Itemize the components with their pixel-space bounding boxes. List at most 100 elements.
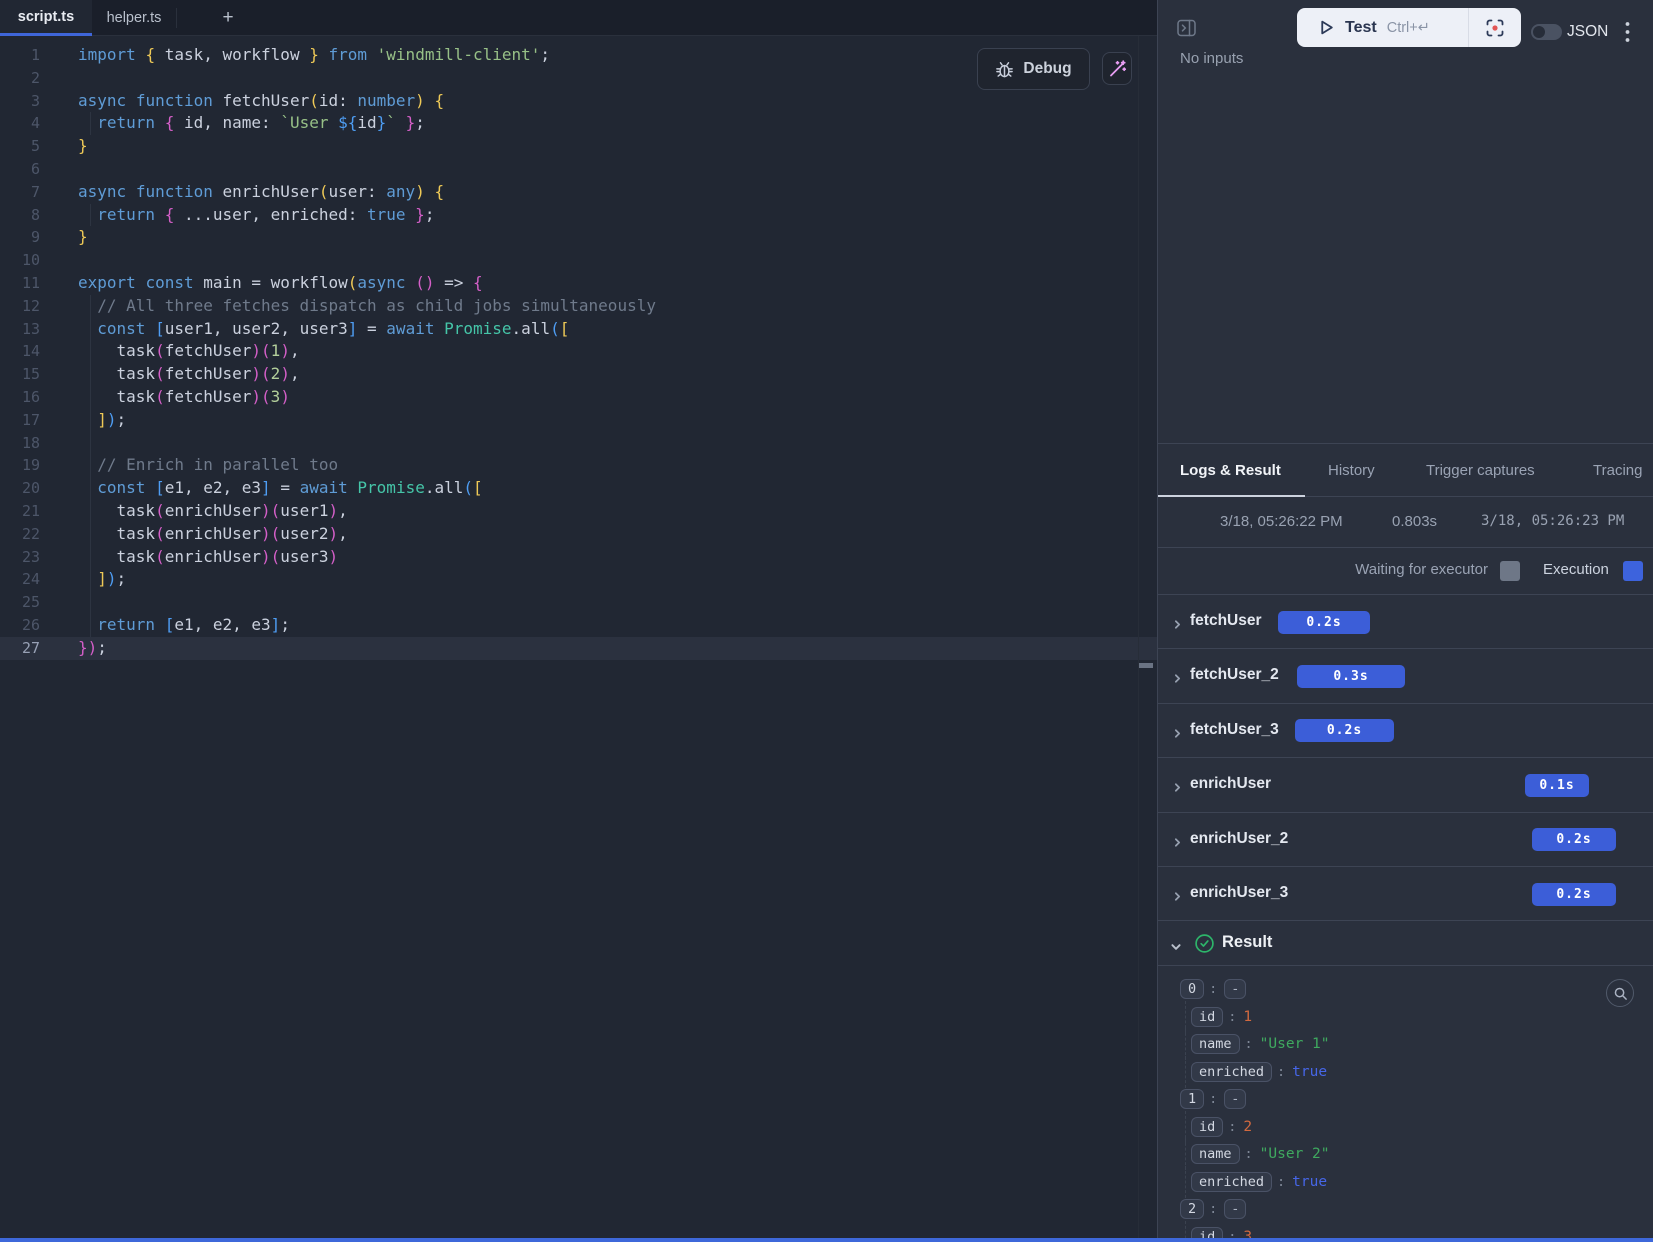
- editor-tabbar: script.ts helper.ts +: [0, 0, 1157, 36]
- code-line[interactable]: 10: [0, 249, 1157, 272]
- duration-bar[interactable]: 0.3s: [1297, 665, 1405, 688]
- job-name: enrichUser_3: [1190, 884, 1288, 902]
- code-line[interactable]: 5}: [0, 135, 1157, 158]
- code-line[interactable]: 7async function enrichUser(user: any) {: [0, 181, 1157, 204]
- json-toggle-label: JSON: [1567, 23, 1608, 41]
- chevron-right-icon: [1172, 835, 1183, 853]
- json-key-pill[interactable]: enriched: [1191, 1172, 1272, 1192]
- code-line[interactable]: 4 return { id, name: `User ${id}` };: [0, 112, 1157, 135]
- colon: :: [1209, 1091, 1217, 1107]
- code-line[interactable]: 25: [0, 591, 1157, 614]
- code-line[interactable]: 19 // Enrich in parallel too: [0, 454, 1157, 477]
- json-key-pill[interactable]: 1: [1180, 1089, 1204, 1109]
- chevron-right-icon: [1172, 780, 1183, 798]
- duration-bar[interactable]: 0.2s: [1278, 611, 1370, 634]
- code-line[interactable]: 27});: [0, 637, 1157, 660]
- json-key-pill[interactable]: id: [1191, 1007, 1223, 1027]
- timeline-row-fetchUser[interactable]: fetchUser0.2s: [1158, 594, 1653, 648]
- code-line[interactable]: 24 ]);: [0, 568, 1157, 591]
- tab-script-ts[interactable]: script.ts: [0, 0, 92, 36]
- timeline-row-fetchUser_3[interactable]: fetchUser_3 0.2s: [1158, 703, 1653, 757]
- duration-bar[interactable]: 0.2s: [1532, 883, 1616, 906]
- logs-tab-tracing[interactable]: Tracing: [1593, 444, 1642, 497]
- run-meta-row: 3/18, 05:26:22 PM 0.803s 3/18, 05:26:23 …: [1158, 497, 1653, 548]
- json-toggle[interactable]: [1531, 24, 1562, 40]
- collapse-panel-icon[interactable]: [1177, 19, 1197, 42]
- json-key-pill[interactable]: name: [1191, 1034, 1240, 1054]
- run-started-timestamp: 3/18, 05:26:22 PM: [1220, 513, 1343, 530]
- tab-helper-ts[interactable]: helper.ts: [92, 0, 176, 36]
- colon: :: [1228, 1009, 1236, 1025]
- result-title: Result: [1222, 933, 1272, 952]
- code-line[interactable]: 23 task(enrichUser)(user3): [0, 546, 1157, 569]
- logs-tab-trigger-captures[interactable]: Trigger captures: [1426, 444, 1535, 497]
- logs-tab-history[interactable]: History: [1328, 444, 1375, 497]
- code-line[interactable]: 15 task(fetchUser)(2),: [0, 363, 1157, 386]
- code-line[interactable]: 21 task(enrichUser)(user1),: [0, 500, 1157, 523]
- code-area[interactable]: 1import { task, workflow } from 'windmil…: [0, 36, 1157, 660]
- chevron-right-icon: [1172, 726, 1183, 744]
- code-line[interactable]: 14 task(fetchUser)(1),: [0, 340, 1157, 363]
- code-line[interactable]: 12 // All three fetches dispatch as chil…: [0, 295, 1157, 318]
- line-number: 15: [0, 363, 40, 386]
- chevron-down-icon: [1170, 940, 1182, 958]
- editor-scrollbar-thumb[interactable]: [1139, 663, 1153, 668]
- code-line[interactable]: 8 return { ...user, enriched: true };: [0, 204, 1157, 227]
- line-number: 6: [0, 158, 40, 181]
- json-key-pill[interactable]: 2: [1180, 1199, 1204, 1219]
- duration-bar[interactable]: 0.2s: [1295, 719, 1394, 742]
- result-field-row: id:2: [1158, 1113, 1653, 1141]
- timeline-row-enrichUser_2[interactable]: enrichUser_20.2s: [1158, 812, 1653, 866]
- new-tab-button[interactable]: +: [214, 0, 242, 36]
- code-line[interactable]: 11export const main = workflow(async () …: [0, 272, 1157, 295]
- job-name: fetchUser_3: [1190, 721, 1279, 739]
- line-number: 8: [0, 204, 40, 227]
- logs-tab-logs-result[interactable]: Logs & Result: [1180, 444, 1281, 497]
- json-key-pill[interactable]: id: [1191, 1117, 1223, 1137]
- debug-button[interactable]: Debug: [977, 48, 1090, 90]
- code-line[interactable]: 18: [0, 432, 1157, 455]
- code-line[interactable]: 9}: [0, 226, 1157, 249]
- code-line[interactable]: 13 const [user1, user2, user3] = await P…: [0, 318, 1157, 341]
- code-line[interactable]: 17 ]);: [0, 409, 1157, 432]
- chevron-right-icon: [1172, 617, 1183, 635]
- code-line[interactable]: 16 task(fetchUser)(3): [0, 386, 1157, 409]
- timeline-row-enrichUser_3[interactable]: enrichUser_3 0.2s: [1158, 866, 1653, 920]
- line-number: 19: [0, 454, 40, 477]
- timeline-row-enrichUser[interactable]: enrichUser0.1s: [1158, 757, 1653, 811]
- magic-wand-icon: [1107, 59, 1127, 79]
- line-number: 11: [0, 272, 40, 295]
- test-button-label: Test: [1345, 19, 1377, 37]
- line-number: 3: [0, 90, 40, 113]
- ai-wand-button[interactable]: [1102, 52, 1132, 85]
- duration-bar[interactable]: 0.1s: [1525, 774, 1589, 797]
- code-line[interactable]: 20 const [e1, e2, e3] = await Promise.al…: [0, 477, 1157, 500]
- capture-test-button[interactable]: [1469, 18, 1521, 38]
- collapse-toggle-pill[interactable]: -: [1224, 1089, 1246, 1109]
- bug-icon: [995, 60, 1014, 79]
- result-header[interactable]: Result: [1158, 920, 1653, 966]
- colon: :: [1245, 1036, 1253, 1052]
- json-key-pill[interactable]: 0: [1180, 979, 1204, 999]
- duration-bar[interactable]: 0.2s: [1532, 828, 1616, 851]
- colon: :: [1277, 1174, 1285, 1190]
- code-line[interactable]: 22 task(enrichUser)(user2),: [0, 523, 1157, 546]
- tab-script-ts-label: script.ts: [18, 9, 74, 25]
- json-value-string: "User 1": [1260, 1036, 1330, 1052]
- more-options-icon[interactable]: [1619, 20, 1635, 44]
- test-button[interactable]: Test Ctrl+↵: [1297, 19, 1468, 37]
- plus-icon: +: [222, 7, 233, 29]
- code-line[interactable]: 6: [0, 158, 1157, 181]
- json-key-pill[interactable]: enriched: [1191, 1062, 1272, 1082]
- line-number: 23: [0, 546, 40, 569]
- debug-button-label: Debug: [1023, 60, 1071, 78]
- job-name: fetchUser_2: [1190, 666, 1279, 684]
- collapse-toggle-pill[interactable]: -: [1224, 979, 1246, 999]
- timeline-row-fetchUser_2[interactable]: fetchUser_2 0.3s: [1158, 648, 1653, 702]
- code-line[interactable]: 3async function fetchUser(id: number) {: [0, 90, 1157, 113]
- play-icon: [1318, 19, 1335, 36]
- json-key-pill[interactable]: name: [1191, 1144, 1240, 1164]
- collapse-toggle-pill[interactable]: -: [1224, 1199, 1246, 1219]
- windmill-script-editor: script.ts helper.ts + 1import { task, wo…: [0, 0, 1653, 1242]
- code-line[interactable]: 26 return [e1, e2, e3];: [0, 614, 1157, 637]
